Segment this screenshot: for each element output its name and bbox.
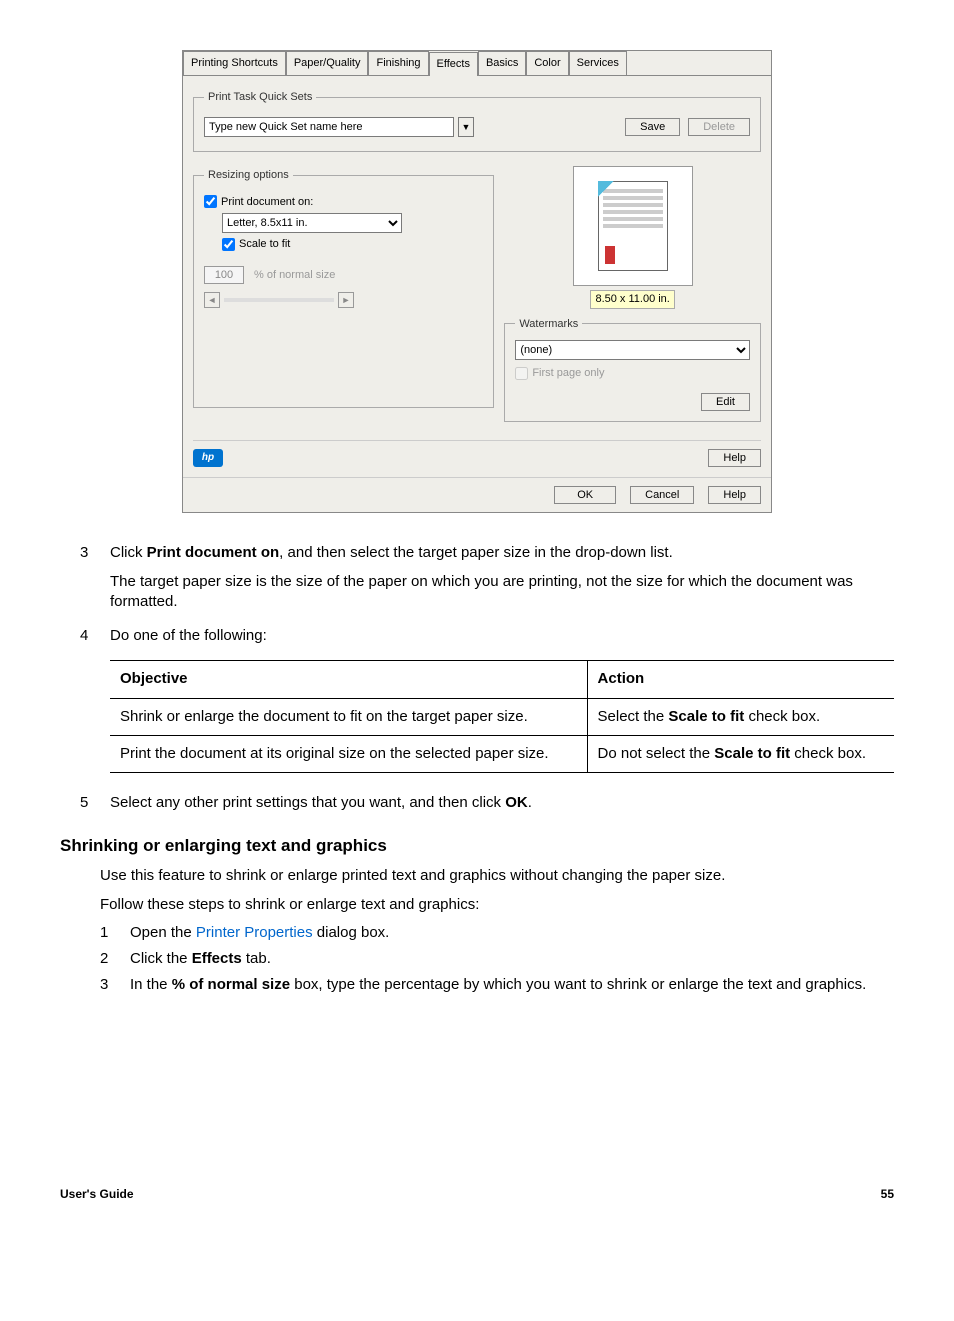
tab-finishing[interactable]: Finishing <box>368 51 428 75</box>
table-row: Select the Scale to fit check box. <box>587 698 894 735</box>
step3-text-c: , and then select the target paper size … <box>279 544 673 561</box>
print-document-on-label: Print document on: <box>221 195 313 210</box>
first-page-only-label: First page only <box>532 366 604 381</box>
hp-logo-icon: hp <box>193 449 223 467</box>
print-dialog: Printing Shortcuts Paper/Quality Finishi… <box>182 50 772 513</box>
tab-services[interactable]: Services <box>569 51 627 75</box>
resizing-options-group: Resizing options Print document on: Lett… <box>193 168 494 408</box>
chevron-down-icon[interactable]: ▼ <box>458 117 474 137</box>
page-preview <box>573 166 693 286</box>
table-row: Print the document at its original size … <box>110 735 587 772</box>
step-number: 3 <box>80 543 110 620</box>
tab-effects[interactable]: Effects <box>429 52 478 76</box>
percent-input <box>204 266 244 284</box>
slider-left-icon: ◄ <box>204 292 220 308</box>
quick-sets-group: Print Task Quick Sets ▼ Save Delete <box>193 90 761 152</box>
percent-slider: ◄ ► <box>204 292 483 308</box>
table-row: Do not select the Scale to fit check box… <box>587 735 894 772</box>
watermarks-group: Watermarks (none) First page only Edit <box>504 317 761 423</box>
scale-to-fit-label: Scale to fit <box>239 237 290 252</box>
step4-text: Do one of the following: <box>110 627 267 644</box>
watermark-select[interactable]: (none) <box>515 340 750 360</box>
step-number: 1 <box>100 923 130 943</box>
quick-set-name-input[interactable] <box>204 117 454 137</box>
percent-label: % of normal size <box>254 268 335 283</box>
step-number: 4 <box>80 626 110 787</box>
resizing-legend: Resizing options <box>204 168 293 183</box>
step3-para: The target paper size is the size of the… <box>110 572 894 613</box>
help-button[interactable]: Help <box>708 449 761 467</box>
paper-size-select[interactable]: Letter, 8.5x11 in. <box>222 213 402 233</box>
tab-paper-quality[interactable]: Paper/Quality <box>286 51 369 75</box>
tab-basics[interactable]: Basics <box>478 51 526 75</box>
edit-button[interactable]: Edit <box>701 393 750 411</box>
objective-table: Objective Action Shrink or enlarge the d… <box>110 660 894 773</box>
table-row: Shrink or enlarge the document to fit on… <box>110 698 587 735</box>
step3-text-b: Print document on <box>147 544 280 561</box>
paragraph: Use this feature to shrink or enlarge pr… <box>100 866 894 886</box>
preview-dimensions: 8.50 x 11.00 in. <box>590 290 674 309</box>
step3-text-a: Click <box>110 544 147 561</box>
printer-properties-link[interactable]: Printer Properties <box>196 924 313 941</box>
delete-button: Delete <box>688 118 750 136</box>
paragraph: Follow these steps to shrink or enlarge … <box>100 895 894 915</box>
footer-page-number: 55 <box>881 1186 894 1202</box>
ok-button[interactable]: OK <box>554 486 616 504</box>
step5-text-c: . <box>528 794 532 811</box>
section-heading: Shrinking or enlarging text and graphics <box>60 835 894 858</box>
slider-right-icon: ► <box>338 292 354 308</box>
tab-color[interactable]: Color <box>526 51 568 75</box>
quick-sets-legend: Print Task Quick Sets <box>204 90 316 105</box>
step5-text-b: OK <box>505 794 528 811</box>
help-button-2[interactable]: Help <box>708 486 761 504</box>
watermarks-legend: Watermarks <box>515 317 582 332</box>
step-number: 3 <box>100 975 130 995</box>
first-page-only-checkbox <box>515 367 528 380</box>
print-document-on-checkbox[interactable] <box>204 195 217 208</box>
step-number: 2 <box>100 949 130 969</box>
th-objective: Objective <box>110 661 587 698</box>
cancel-button[interactable]: Cancel <box>630 486 694 504</box>
step5-text-a: Select any other print settings that you… <box>110 794 505 811</box>
save-button[interactable]: Save <box>625 118 680 136</box>
tab-printing-shortcuts[interactable]: Printing Shortcuts <box>183 51 286 75</box>
step-number: 5 <box>80 793 110 813</box>
scale-to-fit-checkbox[interactable] <box>222 238 235 251</box>
th-action: Action <box>587 661 894 698</box>
footer-left: User's Guide <box>60 1186 134 1202</box>
tab-bar: Printing Shortcuts Paper/Quality Finishi… <box>183 51 771 76</box>
